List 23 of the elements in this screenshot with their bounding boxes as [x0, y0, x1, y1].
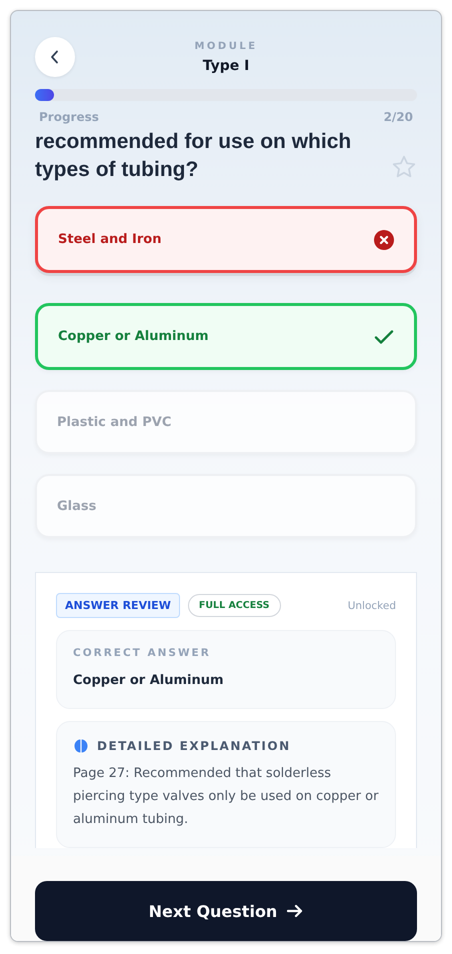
access-badge: FULL ACCESS — [188, 594, 280, 617]
back-button[interactable] — [35, 37, 75, 77]
answer-option[interactable]: Plastic and PVC — [35, 390, 417, 454]
module-title: Type I — [202, 58, 250, 74]
next-question-button[interactable]: Next Question — [35, 881, 417, 941]
progress-count: 2/20 — [384, 110, 413, 124]
back-icon — [50, 50, 60, 64]
explanation-text: Page 27: Recommended that solderless piercing type valves only be used on copper or aluminum tubing. — [73, 765, 379, 829]
correct-answer-text: Copper or Aluminum — [73, 673, 225, 690]
arrow-right-icon — [287, 904, 304, 918]
module-label: MODULE — [194, 40, 258, 52]
review-tag: ANSWER REVIEW — [56, 593, 180, 618]
progress-label: Progress — [39, 110, 99, 124]
error-icon — [374, 230, 394, 250]
answer-option[interactable]: Glass — [35, 474, 417, 538]
check-icon — [374, 328, 394, 344]
answer-option[interactable]: Copper or Aluminum — [35, 303, 417, 370]
status-text: Unlocked — [348, 600, 396, 612]
correct-answer-label: CORRECT ANSWER — [73, 647, 212, 659]
question-text: recommended for use on which types of tubing? — [35, 129, 352, 183]
answer-option[interactable]: Steel and Iron — [35, 206, 417, 273]
star-icon[interactable] — [391, 154, 417, 180]
explanation-label: DETAILED EXPLANATION — [97, 739, 291, 753]
